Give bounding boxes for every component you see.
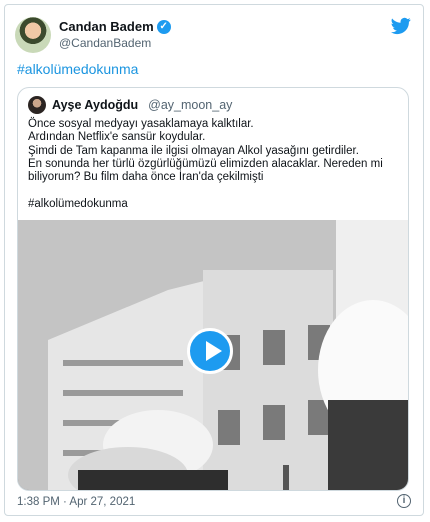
author-display-name[interactable]: Candan Badem	[59, 19, 154, 34]
quoted-line: Önce sosyal medyayı yasaklamaya kalktıla…	[28, 118, 254, 130]
quoted-text: Önce sosyal medyayı yasaklamaya kalktıla…	[28, 118, 400, 212]
author-handle[interactable]: @CandanBadem	[59, 36, 171, 50]
info-icon[interactable]: i	[397, 494, 411, 508]
tweet-timestamp[interactable]: 1:38 PM · Apr 27, 2021	[17, 496, 135, 508]
quoted-avatar[interactable]	[28, 96, 46, 114]
quoted-tweet[interactable]: Ayşe Aydoğdu @ay_moon_ay Önce sosyal med…	[17, 87, 409, 491]
quoted-display-name[interactable]: Ayşe Aydoğdu	[52, 98, 138, 112]
quoted-line: biliyorum? Bu film daha önce İran'da çek…	[28, 171, 264, 184]
video-player[interactable]	[18, 220, 408, 490]
embedded-tweet: Candan Badem ✓ @CandanBadem #alkolümedok…	[4, 4, 424, 516]
quoted-hashtag[interactable]: #alkolümedokunma	[28, 198, 400, 211]
twitter-bird-icon[interactable]	[391, 17, 411, 35]
quoted-line: En sonunda her türlü özgürlüğümüzü elimi…	[28, 157, 383, 170]
verified-check-icon: ✓	[156, 19, 171, 34]
author-avatar[interactable]	[15, 17, 51, 53]
tweet-header: Candan Badem ✓ @CandanBadem	[15, 15, 413, 55]
quoted-line: Ardından Netflix'e sansür koydular.	[28, 131, 206, 144]
quoted-handle[interactable]: @ay_moon_ay	[148, 98, 232, 112]
quoted-line: Şimdi de Tam kapanma ile ilgisi olmayan …	[28, 144, 359, 157]
play-button[interactable]	[187, 328, 233, 374]
quoted-header: Ayşe Aydoğdu @ay_moon_ay	[28, 96, 232, 114]
author-names: Candan Badem ✓ @CandanBadem	[59, 19, 171, 50]
tweet-footer: 1:38 PM · Apr 27, 2021 i	[17, 494, 411, 508]
display-name-row: Candan Badem ✓	[59, 19, 171, 34]
tweet-hashtag-link[interactable]: #alkolümedokunma	[17, 61, 138, 77]
